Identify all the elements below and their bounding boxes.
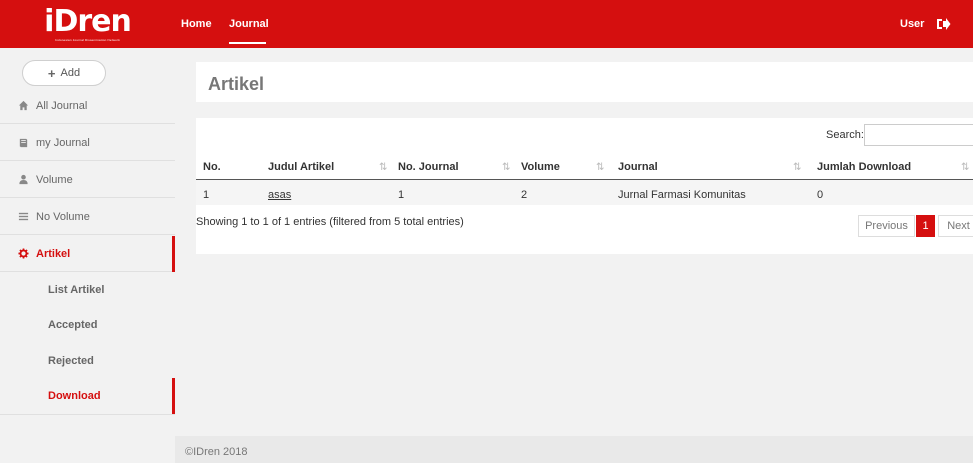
- sidebar-item-label: All Journal: [36, 99, 88, 112]
- sidebar-subitem-label: Rejected: [48, 355, 94, 367]
- column-header-jumlah-download[interactable]: Jumlah Download: [817, 161, 911, 173]
- sort-icon[interactable]: ⇅: [379, 162, 387, 173]
- sidebar-item-volume[interactable]: Volume: [0, 162, 175, 198]
- sidebar-item-my-journal[interactable]: my Journal: [0, 125, 175, 161]
- sidebar: + Add All Journal my Journal Volume No V…: [0, 48, 175, 415]
- sidebar-subitem-download[interactable]: Download: [0, 378, 175, 414]
- sidebar-item-label: Artikel: [36, 247, 71, 260]
- sidebar-item-artikel[interactable]: Artikel: [0, 236, 175, 272]
- sidebar-item-label: Volume: [36, 173, 73, 186]
- column-header-judul-artikel[interactable]: Judul Artikel: [268, 161, 334, 173]
- pagination-next-button[interactable]: Next: [938, 215, 973, 237]
- sidebar-item-label: my Journal: [36, 136, 90, 149]
- sidebar-subitem-accepted[interactable]: Accepted: [0, 307, 175, 343]
- logo-subtitle: Indonesian Journal Dissemination Network: [55, 37, 120, 42]
- sort-icon[interactable]: ⇅: [961, 162, 969, 173]
- column-header-no[interactable]: No.: [203, 161, 221, 173]
- sidebar-item-no-volume[interactable]: No Volume: [0, 199, 175, 235]
- user-menu[interactable]: User: [900, 18, 924, 30]
- user-icon: [19, 174, 28, 185]
- column-header-journal[interactable]: Journal: [618, 161, 658, 173]
- cell-no-journal: 1: [398, 189, 405, 201]
- cell-judul-artikel-link[interactable]: asas: [268, 189, 291, 201]
- plus-icon: +: [47, 65, 56, 81]
- sidebar-subitem-label: Accepted: [48, 319, 98, 331]
- table-info: Showing 1 to 1 of 1 entries (filtered fr…: [196, 216, 464, 228]
- nav-active-indicator: [229, 42, 266, 44]
- home-icon: [18, 100, 29, 111]
- column-header-volume[interactable]: Volume: [521, 161, 560, 173]
- book-icon: [19, 138, 28, 148]
- sidebar-subitem-label: List Artikel: [48, 284, 105, 296]
- active-indicator: [172, 236, 175, 272]
- gear-icon: [18, 248, 29, 259]
- cell-no: 1: [203, 189, 210, 201]
- sidebar-item-label: No Volume: [36, 210, 90, 223]
- active-indicator: [172, 378, 175, 414]
- sort-icon[interactable]: ⇅: [793, 162, 801, 173]
- sidebar-item-all-journal[interactable]: All Journal: [0, 88, 175, 124]
- sidebar-subitem-label: Download: [48, 390, 101, 402]
- logo[interactable]: iDren Indonesian Journal Dissemination N…: [0, 0, 175, 48]
- logo-text: iDren: [44, 3, 132, 39]
- page-header: Artikel: [196, 62, 973, 102]
- top-navbar: iDren Indonesian Journal Dissemination N…: [0, 0, 973, 48]
- column-header-no-journal[interactable]: No. Journal: [398, 161, 459, 173]
- footer: ©IDren 2018: [175, 436, 973, 463]
- sidebar-subitem-rejected[interactable]: Rejected: [0, 343, 175, 379]
- pagination-page-1-button[interactable]: 1: [916, 215, 935, 237]
- cell-volume: 2: [521, 189, 528, 201]
- footer-copyright: ©IDren 2018: [185, 446, 248, 458]
- sort-icon[interactable]: ⇅: [596, 162, 604, 173]
- sidebar-divider: [0, 414, 175, 415]
- add-button[interactable]: + Add: [22, 60, 106, 86]
- nav-journal-link[interactable]: Journal: [229, 18, 269, 30]
- cell-journal: Jurnal Farmasi Komunitas: [618, 189, 746, 201]
- sort-icon[interactable]: ⇅: [502, 162, 510, 173]
- table-row: [196, 180, 973, 205]
- nav-home-link[interactable]: Home: [181, 18, 212, 30]
- pagination-previous-button[interactable]: Previous: [858, 215, 915, 237]
- search-label: Search:: [826, 129, 864, 141]
- cell-jumlah-download: 0: [817, 189, 824, 201]
- logout-icon[interactable]: [935, 16, 951, 32]
- add-button-label: Add: [60, 67, 81, 79]
- search-input[interactable]: [864, 124, 973, 146]
- list-icon: [18, 212, 29, 221]
- sidebar-subitem-list-artikel[interactable]: List Artikel: [0, 272, 175, 308]
- page-title: Artikel: [208, 74, 265, 94]
- articles-table-card: Search: No. Judul Artikel ⇅ No. Journal …: [196, 118, 973, 254]
